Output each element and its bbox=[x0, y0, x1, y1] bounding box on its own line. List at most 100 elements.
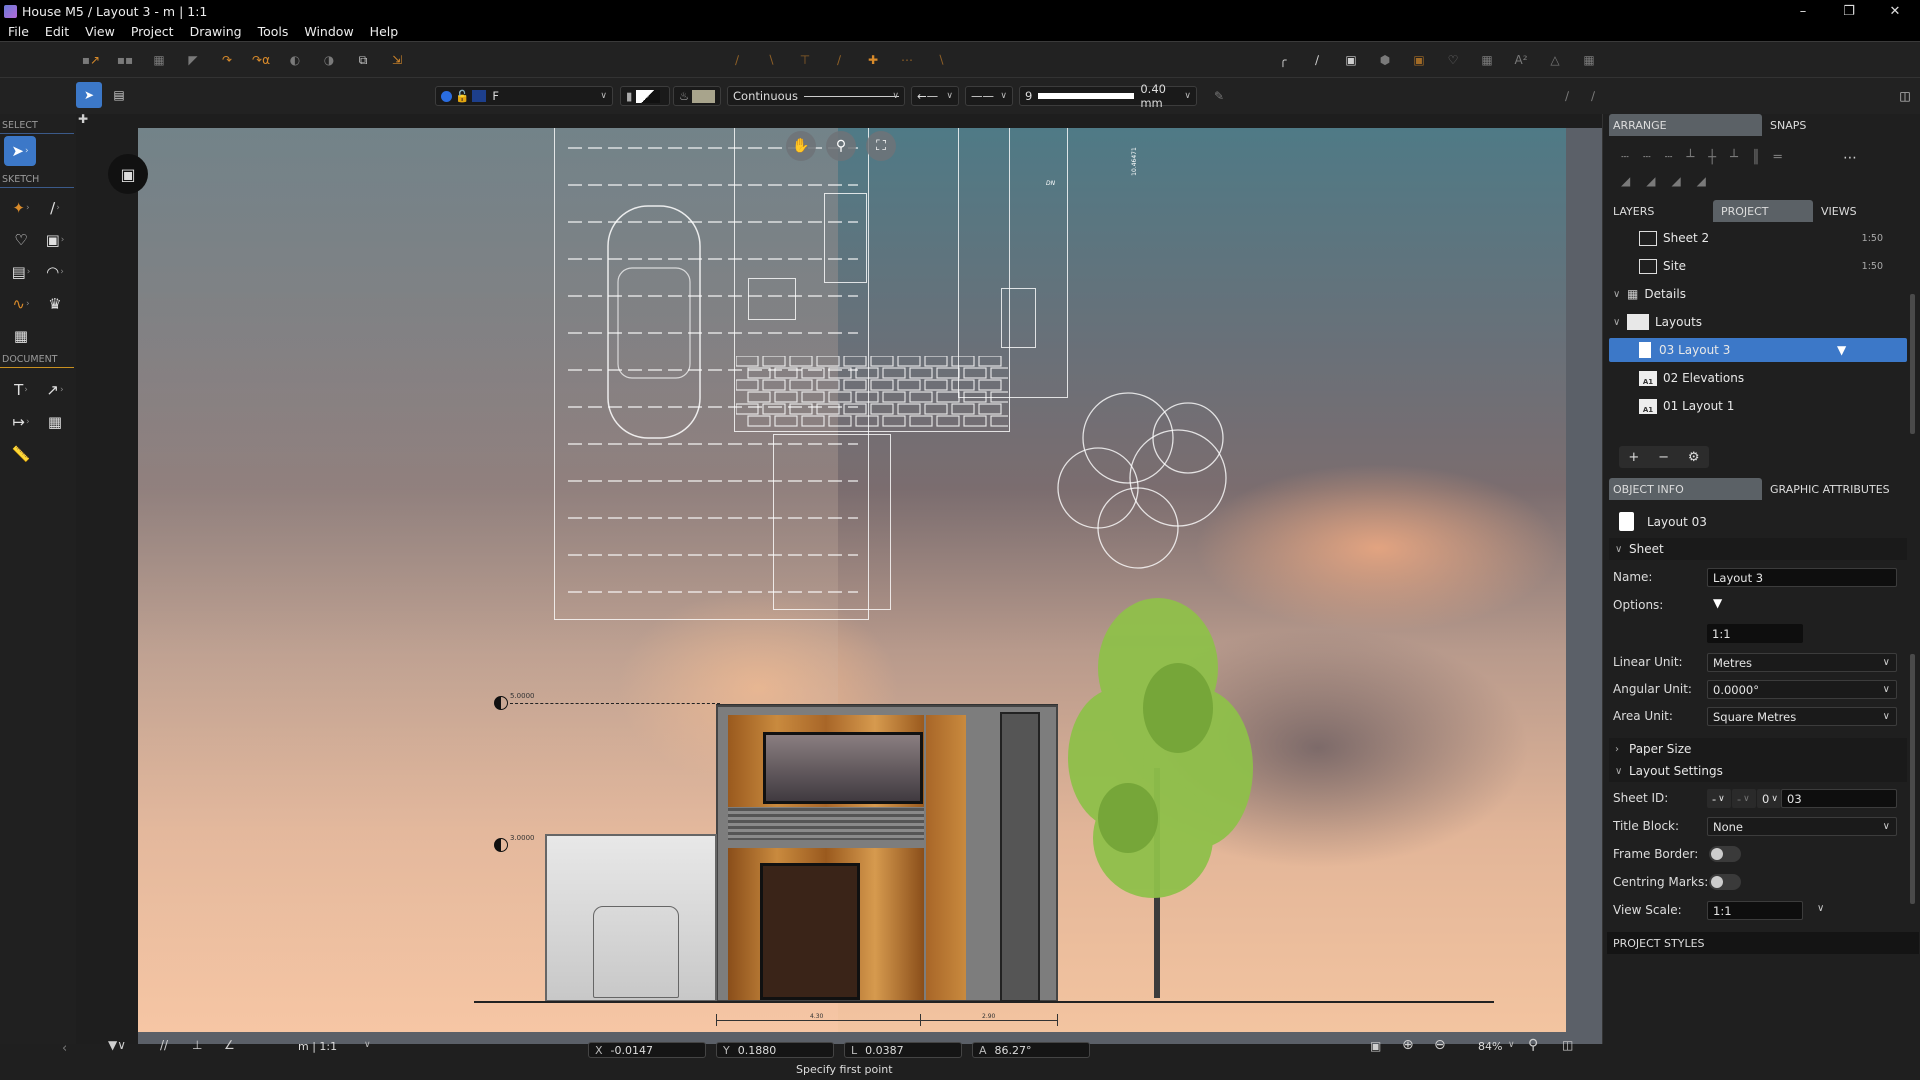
units-chevron-icon[interactable]: ∨ bbox=[364, 1040, 371, 1050]
arrow-start-dropdown[interactable]: ←— ∨ bbox=[911, 86, 959, 106]
chevron-down-icon[interactable]: ∨ bbox=[1613, 317, 1627, 328]
maximize-button[interactable]: ❐ bbox=[1826, 0, 1872, 22]
split-icon[interactable]: ⊤ bbox=[792, 47, 818, 73]
tab-layers[interactable]: LAYERS bbox=[1609, 200, 1713, 222]
rotate-array-icon[interactable]: ◤ bbox=[180, 47, 206, 73]
name-field[interactable]: Layout 3 bbox=[1707, 568, 1897, 587]
symbol-tool[interactable]: ♛ bbox=[40, 290, 70, 318]
measure-tool[interactable]: 📏 bbox=[6, 440, 36, 468]
perspective-icon[interactable]: △ bbox=[1542, 47, 1568, 73]
chevron-down-icon[interactable]: ∨ bbox=[1613, 289, 1627, 300]
image-tool[interactable]: ▦ bbox=[6, 322, 36, 350]
ungroup-icon[interactable]: ⇲ bbox=[384, 47, 410, 73]
chamfer-icon[interactable]: ∕ bbox=[1304, 47, 1330, 73]
zoom-level[interactable]: 84% bbox=[1478, 1040, 1502, 1053]
tree-scrollbar[interactable] bbox=[1910, 294, 1915, 434]
fill-color-button[interactable]: ♨ bbox=[673, 86, 721, 106]
point-tool[interactable]: ✦ › bbox=[6, 194, 36, 222]
gear-icon[interactable]: ⚙ bbox=[1688, 450, 1700, 465]
tab-project[interactable]: PROJECT bbox=[1713, 200, 1813, 222]
zoom-in-icon[interactable]: ⊕ bbox=[1402, 1037, 1414, 1053]
zoom-chevron-icon[interactable]: ∨ bbox=[1508, 1040, 1515, 1050]
bezier-tool[interactable]: ∿ › bbox=[6, 290, 36, 318]
menu-window[interactable]: Window bbox=[296, 24, 361, 39]
angle-snap-icon[interactable]: ∠ bbox=[224, 1038, 235, 1052]
array-icon[interactable]: ▦ bbox=[146, 47, 172, 73]
more-options-icon[interactable]: ⋯ bbox=[1843, 150, 1857, 166]
arrange-order-buttons[interactable]: ◢◢◢◢ bbox=[1621, 174, 1722, 188]
tree-item-details[interactable]: ∨ ▦ Details bbox=[1609, 282, 1907, 306]
tree-item-sheet-2[interactable]: Sheet 2 1:50 bbox=[1609, 226, 1907, 250]
sheet-id-field[interactable]: 03 bbox=[1781, 789, 1897, 808]
tab-views[interactable]: VIEWS bbox=[1813, 200, 1903, 222]
collapse-left-icon[interactable]: ‹ bbox=[62, 1041, 67, 1056]
angular-unit-dropdown[interactable]: 0.0000° ∨ bbox=[1707, 680, 1897, 699]
canvas-scrollbar[interactable] bbox=[1587, 128, 1602, 1032]
rotate-icon[interactable]: ↷ bbox=[214, 47, 240, 73]
linear-unit-dropdown[interactable]: Metres ∨ bbox=[1707, 653, 1897, 672]
level-marker-icon[interactable] bbox=[494, 838, 508, 852]
project-styles-header[interactable]: PROJECT STYLES bbox=[1607, 932, 1919, 954]
x-coordinate-field[interactable]: X -0.0147 bbox=[588, 1042, 706, 1058]
angle-field[interactable]: A 86.27° bbox=[972, 1042, 1090, 1058]
callout-tool[interactable]: ↗ › bbox=[40, 376, 70, 404]
tab-snaps[interactable]: SNAPS bbox=[1762, 114, 1912, 136]
active-pin-dropdown[interactable]: ▼∨ bbox=[108, 1038, 126, 1052]
menu-file[interactable]: File bbox=[0, 24, 37, 39]
menu-help[interactable]: Help bbox=[362, 24, 407, 39]
arrow-end-dropdown[interactable]: —— ∨ bbox=[965, 86, 1013, 106]
clip-icon[interactable]: ▣ bbox=[1338, 47, 1364, 73]
sheet-id-prefix-1[interactable]: - ∨ bbox=[1707, 789, 1731, 808]
offset-icon[interactable]: ∖ bbox=[928, 47, 954, 73]
duplicate-move-icon[interactable]: ▪▪ bbox=[112, 47, 138, 73]
smart-pen-icon[interactable]: ∕ bbox=[1554, 83, 1580, 109]
layout-sheet[interactable]: DN 10.46471 ✋ ⚲ ⛶ 5.0000 3.0000 4.30 2.9… bbox=[138, 128, 1566, 1032]
group-paper-size[interactable]: › Paper Size bbox=[1609, 738, 1907, 760]
pen-color-button[interactable]: ▮ bbox=[620, 86, 670, 106]
reshape-icon[interactable]: ⬢ bbox=[1372, 47, 1398, 73]
extend-icon[interactable]: ∖ bbox=[758, 47, 784, 73]
lasso-icon[interactable]: ♡ bbox=[1440, 47, 1466, 73]
active-layout-pin-icon[interactable]: ▼ bbox=[1713, 596, 1722, 610]
y-coordinate-field[interactable]: Y 0.1880 bbox=[716, 1042, 834, 1058]
mirror-copy-icon[interactable]: ◑ bbox=[316, 47, 342, 73]
zoom-out-icon[interactable]: ⊖ bbox=[1434, 1037, 1446, 1053]
perpendicular-snap-icon[interactable]: ⊥ bbox=[192, 1038, 202, 1052]
mirror-icon[interactable]: ◐ bbox=[282, 47, 308, 73]
group-icon[interactable]: ⧉ bbox=[350, 47, 376, 73]
zoom-magnifier-icon[interactable]: ⚲ bbox=[826, 131, 856, 161]
tree-item-03-layout-3[interactable]: 03 Layout 3 ▼ bbox=[1609, 338, 1907, 362]
frame-icon[interactable]: ▣ bbox=[1406, 47, 1432, 73]
fillet-icon[interactable]: ╭ bbox=[1270, 47, 1296, 73]
connect-icon[interactable]: ∕ bbox=[826, 47, 852, 73]
sheet-id-prefix-2[interactable]: - ∨ bbox=[1732, 789, 1756, 808]
area-icon[interactable]: A² bbox=[1508, 47, 1534, 73]
zoom-fit-icon[interactable]: ▣ bbox=[1370, 1039, 1381, 1053]
align-buttons-row[interactable]: ┄┄┄┴┼┴║═ bbox=[1621, 150, 1796, 165]
group-sheet[interactable]: ∨ Sheet bbox=[1609, 538, 1907, 560]
fit-screen-icon[interactable]: ⛶ bbox=[866, 131, 896, 161]
tab-object-info[interactable]: OBJECT INFO bbox=[1609, 478, 1762, 500]
tree-item-01-layout-1[interactable]: A1 01 Layout 1 bbox=[1609, 394, 1907, 418]
view-scale-chevron-icon[interactable]: ∨ bbox=[1817, 903, 1824, 914]
tab-arrange[interactable]: ARRANGE bbox=[1609, 114, 1762, 136]
tree-item-layouts[interactable]: ∨ Layouts bbox=[1609, 310, 1907, 334]
close-button[interactable]: ✕ bbox=[1872, 0, 1918, 22]
eyedropper-icon[interactable]: ∕ bbox=[1580, 83, 1606, 109]
tree-item-02-elevations[interactable]: A1 02 Elevations bbox=[1609, 366, 1907, 390]
options-scale-field[interactable]: 1:1 bbox=[1707, 624, 1803, 643]
menu-drawing[interactable]: Drawing bbox=[182, 24, 250, 39]
intersect-icon[interactable]: ✚ bbox=[860, 47, 886, 73]
select-tool-button[interactable]: ➤ bbox=[76, 82, 102, 108]
tree-item-site[interactable]: Site 1:50 bbox=[1609, 254, 1907, 278]
move-to-icon[interactable]: ▪ ↗ bbox=[78, 47, 104, 73]
area-unit-dropdown[interactable]: Square Metres ∨ bbox=[1707, 707, 1897, 726]
line-tool[interactable]: ∕ › bbox=[40, 194, 70, 222]
length-field[interactable]: L 0.0387 bbox=[844, 1042, 962, 1058]
zoom-tool-icon[interactable]: ⚲ bbox=[1528, 1037, 1538, 1053]
info-scrollbar[interactable] bbox=[1910, 654, 1915, 904]
line-weight-dropdown[interactable]: 9 0.40 mm ∨ bbox=[1019, 82, 1197, 110]
text-frame-icon[interactable]: ▦ bbox=[1576, 47, 1602, 73]
menu-project[interactable]: Project bbox=[123, 24, 182, 39]
trim-icon[interactable]: ∕ bbox=[724, 47, 750, 73]
